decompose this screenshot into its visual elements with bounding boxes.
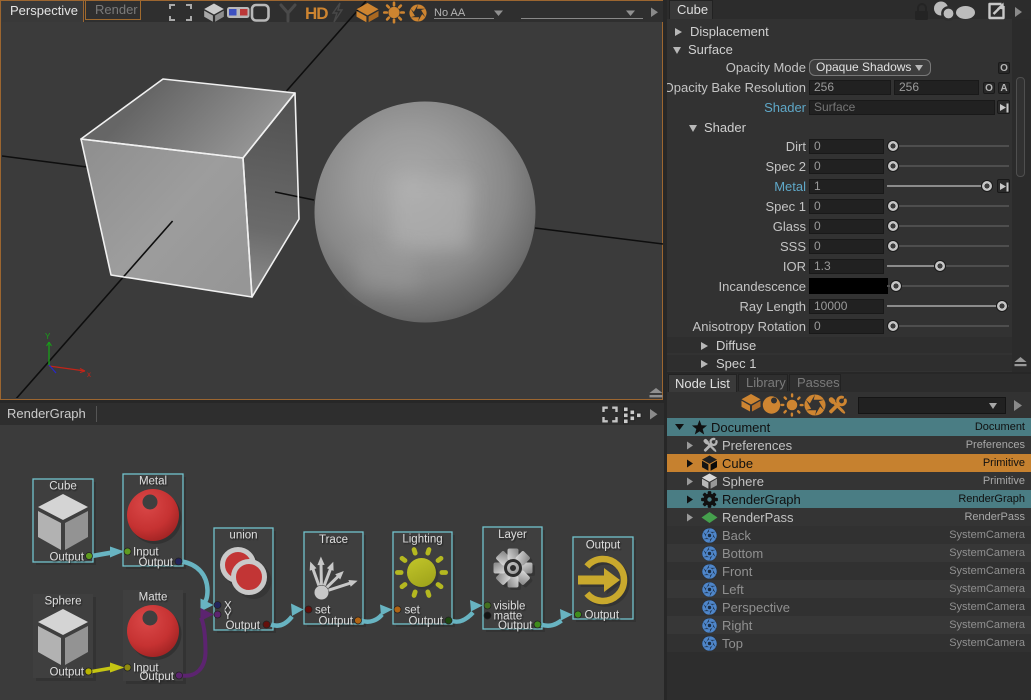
svg-text:Y: Y xyxy=(45,332,51,341)
svg-text:Output: Output xyxy=(49,552,84,564)
svg-text:x: x xyxy=(87,370,91,379)
svg-text:Layer: Layer xyxy=(498,529,527,541)
svg-text:Output: Output xyxy=(318,616,353,628)
svg-text:Output: Output xyxy=(586,540,621,552)
svg-text:Output: Output xyxy=(498,620,533,632)
svg-text:Output: Output xyxy=(585,610,620,622)
svg-text:Lighting: Lighting xyxy=(402,534,442,546)
svg-text:Metal: Metal xyxy=(139,476,167,488)
svg-text:Trace: Trace xyxy=(319,534,348,546)
svg-text:Output: Output xyxy=(49,667,84,679)
svg-text:Cube: Cube xyxy=(49,481,77,493)
svg-text:Output: Output xyxy=(225,620,260,632)
svg-text:union: union xyxy=(229,530,257,542)
svg-text:Output: Output xyxy=(138,557,173,569)
svg-text:No AA: No AA xyxy=(434,7,466,19)
svg-text:HD: HD xyxy=(305,4,328,23)
svg-text:Matte: Matte xyxy=(139,592,168,604)
svg-text:Sphere: Sphere xyxy=(44,596,81,608)
svg-text:Output: Output xyxy=(139,671,174,683)
svg-text:Output: Output xyxy=(408,616,443,628)
